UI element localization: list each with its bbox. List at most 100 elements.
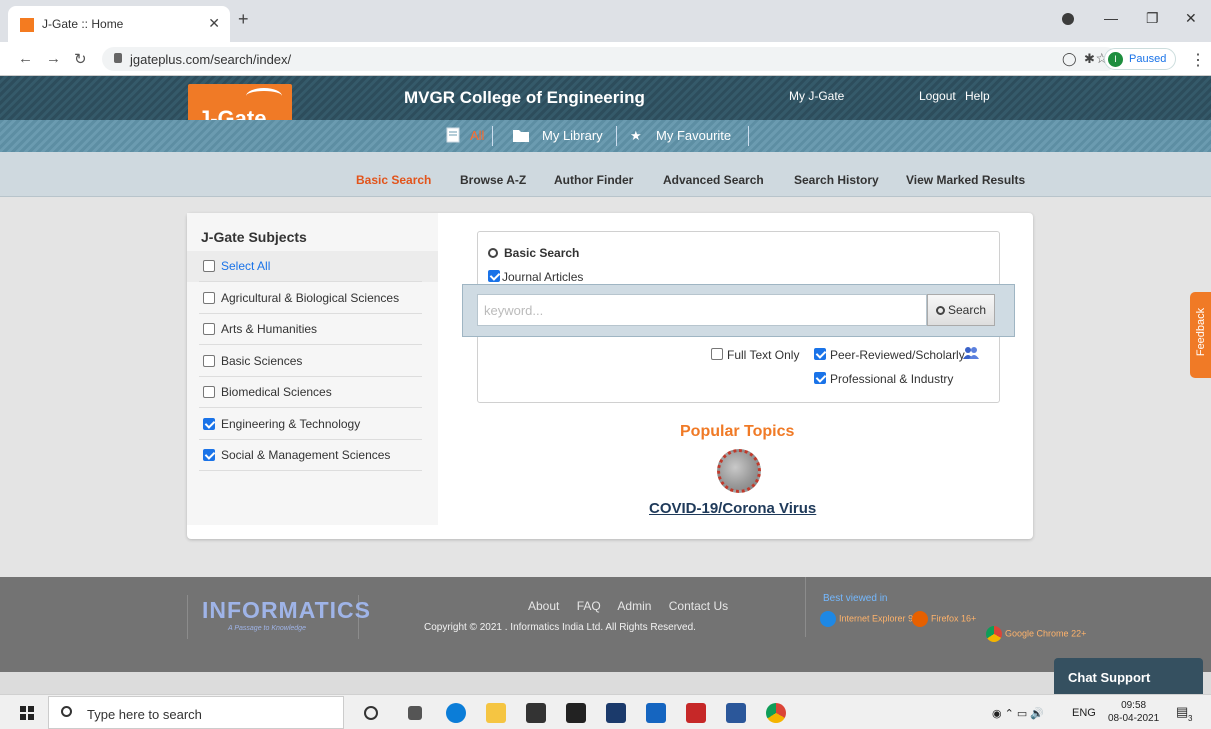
journal-articles-label: Journal Articles: [502, 270, 584, 284]
informatics-logo[interactable]: INFORMATICS A Passage to Knowledge: [187, 595, 370, 639]
menu-dots-icon[interactable]: ⋮: [1190, 50, 1206, 70]
subject-checkbox[interactable]: [203, 386, 215, 398]
admin-link[interactable]: Admin: [617, 599, 651, 613]
subject-item[interactable]: Biomedical Sciences: [187, 377, 438, 408]
sub-navigation: All My Library ★ My Favourite: [0, 120, 1211, 152]
subject-item[interactable]: Engineering & Technology: [187, 409, 438, 440]
minimize-icon[interactable]: —: [1104, 10, 1118, 26]
taskbar-search[interactable]: Type here to search: [48, 696, 344, 729]
search-icon: [488, 248, 498, 258]
popular-topics-title: Popular Topics: [680, 423, 795, 440]
tab-title: J-Gate :: Home: [42, 17, 124, 31]
ie-icon: [820, 611, 836, 627]
close-tab-icon[interactable]: ✕: [208, 15, 220, 32]
tab-my-library[interactable]: My Library: [542, 128, 603, 143]
lock-icon: [114, 53, 122, 63]
star-icon: ★: [630, 128, 642, 143]
profile-label: Paused: [1129, 53, 1167, 65]
peer-reviewed-checkbox[interactable]: [814, 348, 826, 360]
subject-checkbox[interactable]: [203, 323, 215, 335]
restore-icon[interactable]: ❐: [1146, 10, 1159, 27]
subject-item[interactable]: Arts & Humanities: [187, 314, 438, 345]
word-icon[interactable]: [726, 703, 746, 723]
subjects-title: J-Gate Subjects: [201, 229, 307, 245]
store-icon[interactable]: [526, 703, 546, 723]
faq-link[interactable]: FAQ: [577, 599, 601, 613]
subject-label: Social & Management Sciences: [221, 448, 391, 462]
folder-icon: [513, 130, 529, 142]
address-bar: ← → ↻ jgateplus.com/search/index/ ☆ ◯ ✱ …: [0, 42, 1211, 76]
menu-view-marked-results[interactable]: View Marked Results: [906, 173, 1025, 187]
search-menu: Basic Search Browse A-Z Author Finder Ad…: [0, 152, 1211, 197]
coronavirus-icon[interactable]: [717, 449, 761, 493]
subject-item[interactable]: Select All: [187, 251, 438, 282]
basic-search-title: Basic Search: [488, 246, 579, 260]
puzzle-icon[interactable]: ✱: [1084, 51, 1095, 67]
notification-icon[interactable]: ▤: [1176, 704, 1188, 720]
mail-icon[interactable]: [646, 703, 666, 723]
tab-all[interactable]: All: [470, 128, 484, 143]
language-indicator[interactable]: ENG: [1072, 707, 1096, 719]
windows-start-icon[interactable]: [20, 706, 34, 720]
about-link[interactable]: About: [528, 599, 559, 613]
browser-tab[interactable]: J-Gate :: Home ✕: [8, 6, 230, 42]
divider: [616, 126, 617, 146]
clock[interactable]: 09:58 08-04-2021: [1108, 699, 1159, 725]
system-tray-icons[interactable]: ◉ ⌃ ▭ 🔊: [992, 707, 1044, 720]
my-jgate-link[interactable]: My J-Gate: [789, 89, 844, 103]
divider: [199, 470, 422, 471]
url-field[interactable]: jgateplus.com/search/index/ ☆: [102, 47, 1118, 71]
best-viewed-label: Best viewed in: [823, 593, 888, 604]
back-icon[interactable]: ←: [18, 50, 33, 67]
windows-taskbar: Type here to search ◉ ⌃ ▭ 🔊 ENG 09:58 08…: [0, 694, 1211, 729]
chat-support-button[interactable]: Chat Support: [1054, 658, 1203, 694]
journal-articles-checkbox[interactable]: [488, 270, 500, 282]
forward-icon[interactable]: →: [46, 50, 61, 67]
subject-item[interactable]: Social & Management Sciences: [187, 440, 438, 471]
profile-button[interactable]: I Paused: [1104, 48, 1176, 70]
subject-label: Basic Sciences: [221, 353, 303, 368]
subject-checkbox[interactable]: [203, 260, 215, 272]
full-text-checkbox[interactable]: [711, 348, 723, 360]
professional-checkbox[interactable]: [814, 372, 826, 384]
feedback-tab[interactable]: Feedback: [1190, 292, 1211, 378]
subject-item[interactable]: Basic Sciences: [187, 346, 438, 377]
logout-link[interactable]: Logout: [919, 89, 956, 103]
file-explorer-icon[interactable]: [486, 703, 506, 723]
menu-search-history[interactable]: Search History: [794, 173, 879, 187]
covid-topic-link[interactable]: COVID-19/Corona Virus: [649, 500, 816, 517]
firefox-badge: Firefox 16+: [912, 611, 976, 627]
footer-links: About FAQ Admin Contact Us: [528, 599, 742, 613]
firefox-icon: [912, 611, 928, 627]
reload-icon[interactable]: ↻: [74, 50, 87, 68]
edge-icon[interactable]: [446, 703, 466, 723]
subject-checkbox[interactable]: [203, 291, 215, 304]
search-button[interactable]: Search: [927, 294, 995, 326]
footer: INFORMATICS A Passage to Knowledge About…: [0, 577, 1211, 672]
search-icon: [935, 306, 945, 315]
menu-author-finder[interactable]: Author Finder: [554, 173, 633, 187]
tab-my-favourite[interactable]: My Favourite: [656, 128, 731, 143]
menu-basic-search[interactable]: Basic Search: [356, 173, 431, 187]
subject-checkbox[interactable]: [203, 354, 215, 367]
contact-link[interactable]: Contact Us: [669, 599, 728, 613]
new-tab-icon[interactable]: +: [238, 10, 249, 28]
keyword-input[interactable]: [477, 294, 927, 326]
close-window-icon[interactable]: ✕: [1185, 10, 1197, 27]
extension-icon[interactable]: ◯: [1062, 51, 1077, 67]
app-icon[interactable]: [606, 703, 626, 723]
menu-advanced-search[interactable]: Advanced Search: [663, 173, 764, 187]
menu-browse-az[interactable]: Browse A-Z: [460, 173, 526, 187]
cortana-icon[interactable]: [364, 706, 378, 720]
subject-checkbox[interactable]: [203, 449, 215, 461]
notification-count: 3: [1188, 714, 1193, 723]
record-icon[interactable]: [1062, 13, 1074, 25]
chrome-taskbar-icon[interactable]: [766, 703, 786, 723]
task-view-icon[interactable]: [408, 706, 422, 720]
dropbox-icon[interactable]: [566, 703, 586, 723]
pdf-icon[interactable]: [686, 703, 706, 723]
subject-item[interactable]: Agricultural & Biological Sciences: [187, 283, 438, 314]
subject-checkbox[interactable]: [203, 417, 215, 430]
subjects-panel: J-Gate Subjects Select All Agricultural &…: [187, 213, 438, 525]
help-link[interactable]: Help: [965, 89, 990, 103]
